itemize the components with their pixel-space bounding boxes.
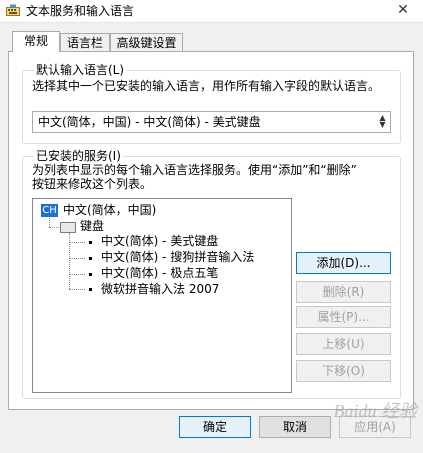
- updown-arrow-icon: ▲ ▼: [379, 113, 386, 129]
- default-language-value: 中文(简体，中国) - 中文(简体) - 美式键盘: [38, 115, 261, 129]
- title-bar: 文本服务和输入语言 ✕: [0, 0, 423, 23]
- tree-connector: [69, 242, 85, 243]
- services-tree[interactable]: CH 中文(简体，中国) 键盘 中文(简体) - 美式键盘 中文(简体) - 搜…: [32, 198, 292, 393]
- tree-connector: [69, 258, 85, 259]
- tree-connector: [69, 289, 85, 290]
- window-title: 文本服务和输入语言: [26, 4, 135, 18]
- tab-language-bar[interactable]: 语言栏: [60, 33, 110, 52]
- properties-button[interactable]: 属性(P)...: [296, 306, 391, 328]
- bullet-icon: [89, 257, 92, 260]
- close-icon[interactable]: ✕: [387, 0, 419, 20]
- default-language-description: 选择其中一个已安装的输入语言，用作所有输入字段的默认语言。: [32, 79, 381, 93]
- tree-item-us-keyboard[interactable]: 中文(简体) - 美式键盘: [101, 234, 218, 249]
- language-badge: CH: [41, 204, 58, 217]
- tree-item-jidian-wubi[interactable]: 中文(简体) - 极点五笔: [101, 266, 218, 281]
- tree-item-sogou-pinyin[interactable]: 中文(简体) - 搜狗拼音输入法: [101, 250, 254, 265]
- tree-item-ms-pinyin-2007[interactable]: 微软拼音输入法 2007: [101, 282, 219, 297]
- tab-advanced-key-settings[interactable]: 高级键设置: [110, 33, 183, 52]
- tree-connector: [49, 227, 59, 228]
- keyboard-icon: [60, 222, 76, 233]
- default-language-legend: 默认输入语言(L): [34, 63, 127, 77]
- keyboard-app-icon: [6, 4, 20, 16]
- ok-button[interactable]: 确定: [179, 416, 251, 438]
- remove-button[interactable]: 删除(R): [296, 281, 391, 303]
- add-button[interactable]: 添加(D)...: [296, 252, 391, 274]
- move-down-button[interactable]: 下移(O): [296, 360, 391, 382]
- bullet-icon: [89, 241, 92, 244]
- tree-language-node[interactable]: 中文(简体，中国): [63, 203, 156, 218]
- bullet-icon: [89, 273, 92, 276]
- tab-general[interactable]: 常规: [12, 31, 60, 52]
- default-language-select[interactable]: 中文(简体，中国) - 中文(简体) - 美式键盘 ▲ ▼: [32, 111, 391, 133]
- tree-connector: [49, 218, 50, 227]
- tree-connector: [69, 274, 85, 275]
- cancel-button[interactable]: 取消: [259, 416, 331, 438]
- installed-services-description-1: 为列表中显示的每个输入语言选择服务。使用“添加”和“删除”: [32, 163, 357, 177]
- installed-services-description-2: 按钮来修改这个列表。: [32, 177, 153, 191]
- bullet-icon: [89, 288, 92, 291]
- tree-category-keyboard[interactable]: 键盘: [80, 219, 104, 234]
- watermark: Baidu 经验: [333, 401, 418, 421]
- installed-services-legend: 已安装的服务(I): [34, 149, 123, 163]
- move-up-button[interactable]: 上移(U): [296, 333, 391, 355]
